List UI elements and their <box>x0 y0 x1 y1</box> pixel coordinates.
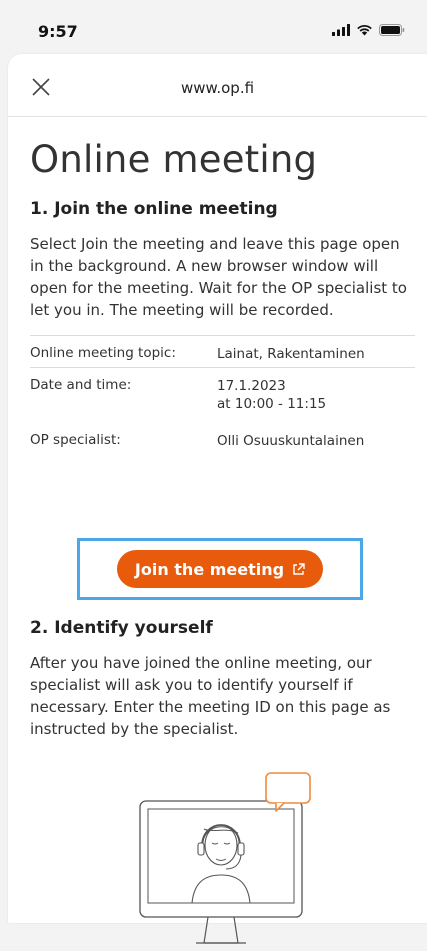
cellular-signal-icon <box>332 24 350 36</box>
identify-instructions: After you have joined the online meeting… <box>30 654 391 738</box>
info-label: OP specialist: <box>30 432 121 448</box>
time-value: at 10:00 - 11:15 <box>217 396 327 412</box>
sheet-header: www.op.fi <box>8 54 427 117</box>
info-value: 17.1.2023 at 10:00 - 11:15 <box>217 377 415 423</box>
info-row-specialist: OP specialist: Olli Osuuskuntalainen <box>30 423 415 454</box>
join-instructions: Select Join the meeting and leave this p… <box>30 235 407 319</box>
wifi-icon <box>357 25 372 36</box>
external-link-icon <box>293 562 305 575</box>
identify-section: 2. Identify yourself After you have join… <box>30 618 415 740</box>
info-value: Lainat, Rakentaminen <box>217 346 365 362</box>
info-value: Olli Osuuskuntalainen <box>217 433 365 449</box>
browser-sheet: www.op.fi Online meeting 1. Join the onl… <box>8 54 427 944</box>
battery-icon <box>379 24 405 36</box>
status-time: 9:57 <box>38 22 78 41</box>
page-title: Online meeting <box>30 138 318 181</box>
url-label: www.op.fi <box>180 79 255 97</box>
info-label: Online meeting topic: <box>30 345 176 361</box>
info-row-topic: Online meeting topic: Lainat, Rakentamin… <box>30 335 415 367</box>
join-meeting-button[interactable]: Join the meeting <box>117 550 323 588</box>
status-icons <box>332 24 405 36</box>
section-title-join: 1. Join the online meeting <box>30 199 278 219</box>
page-content: Online meeting 1. Join the online meetin… <box>30 116 415 944</box>
status-bar: 9:57 <box>0 0 427 60</box>
meeting-info: Online meeting topic: Lainat, Rakentamin… <box>30 335 415 454</box>
join-button-label: Join the meeting <box>134 559 285 579</box>
specialist-illustration <box>139 772 311 944</box>
section-title-identify: 2. Identify yourself <box>30 618 213 638</box>
info-label: Date and time: <box>30 377 132 393</box>
info-row-datetime: Date and time: 17.1.2023 at 10:00 - 11:1… <box>30 367 415 423</box>
date-value: 17.1.2023 <box>217 378 286 394</box>
join-button-highlight: Join the meeting <box>77 538 363 600</box>
